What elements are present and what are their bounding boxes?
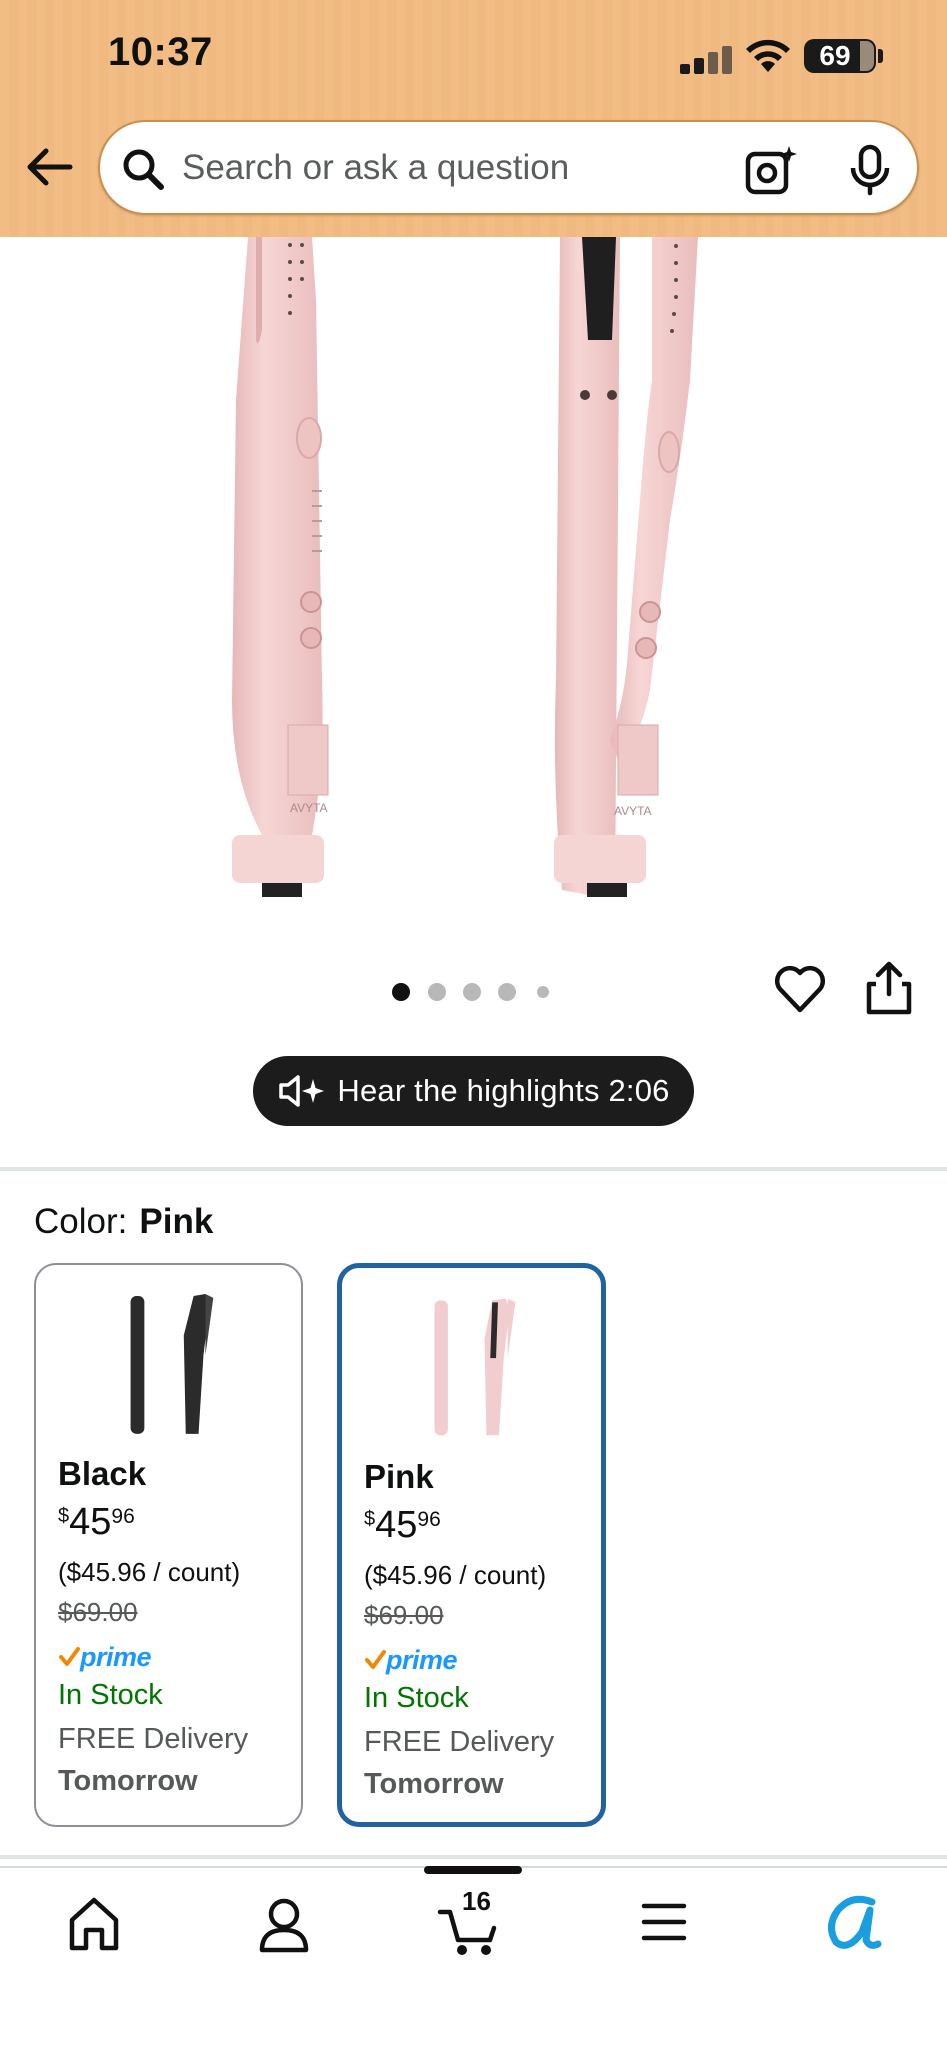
delivery-day: Tomorrow bbox=[364, 1768, 504, 1800]
pink-variant-thumbnail bbox=[434, 1298, 516, 1436]
prime-badge: prime bbox=[58, 1641, 152, 1673]
search-input[interactable] bbox=[182, 140, 702, 196]
image-carousel-dots[interactable] bbox=[392, 983, 562, 1003]
color-option-pink[interactable]: Pink $4596 ($45.96 / count) $69.00 prime… bbox=[337, 1263, 606, 1827]
back-arrow-icon[interactable] bbox=[22, 140, 76, 194]
hear-highlights-button[interactable]: Hear the highlights 2:06 bbox=[253, 1056, 694, 1126]
cart-count: 16 bbox=[462, 1886, 491, 1916]
menu-icon[interactable] bbox=[624, 1888, 704, 1958]
carousel-dot[interactable] bbox=[463, 983, 481, 1001]
search-bar[interactable] bbox=[98, 120, 919, 215]
app-header: 10:37 69 bbox=[0, 0, 947, 237]
svg-text:AVYTA: AVYTA bbox=[290, 801, 328, 815]
search-icon bbox=[123, 149, 164, 190]
wifi-icon bbox=[746, 39, 790, 72]
unit-price: ($45.96 / count) bbox=[364, 1560, 547, 1590]
svg-text:AVYTA: AVYTA bbox=[614, 804, 652, 818]
color-label: Color: bbox=[34, 1202, 128, 1241]
variant-name: Pink bbox=[364, 1458, 434, 1495]
battery-level: 69 bbox=[819, 40, 851, 71]
delivery-info: FREE Delivery bbox=[58, 1723, 249, 1755]
account-icon[interactable] bbox=[244, 1888, 324, 1958]
battery-nub bbox=[878, 49, 883, 63]
hear-highlights-label: Hear the highlights 2:06 bbox=[337, 1073, 670, 1108]
product-image[interactable]: AVYTA AVYTA bbox=[0, 237, 947, 897]
section-divider bbox=[0, 1167, 947, 1171]
share-icon[interactable] bbox=[864, 960, 914, 1016]
carousel-dot[interactable] bbox=[392, 983, 410, 1001]
signal-icon bbox=[680, 46, 734, 74]
battery-icon: 69 bbox=[804, 39, 876, 73]
color-selector-label: Color: Pink bbox=[34, 1202, 213, 1242]
prime-badge: prime bbox=[364, 1644, 458, 1676]
microphone-icon[interactable] bbox=[848, 144, 892, 196]
stock-status: In Stock bbox=[58, 1679, 163, 1711]
delivery-info: FREE Delivery bbox=[364, 1726, 555, 1758]
home-icon[interactable] bbox=[54, 1888, 134, 1958]
list-price: $69.00 bbox=[364, 1600, 444, 1630]
color-option-black[interactable]: Black $4596 ($45.96 / count) $69.00 prim… bbox=[34, 1263, 303, 1827]
audio-sparkle-icon bbox=[279, 1075, 325, 1107]
unit-price: ($45.96 / count) bbox=[58, 1557, 241, 1587]
active-tab-indicator bbox=[424, 1866, 522, 1874]
list-price: $69.00 bbox=[58, 1597, 138, 1627]
selected-color: Pink bbox=[139, 1202, 214, 1241]
variant-price: $4596 bbox=[364, 1504, 441, 1546]
delivery-day: Tomorrow bbox=[58, 1765, 198, 1797]
carousel-dot[interactable] bbox=[537, 986, 549, 998]
variant-name: Black bbox=[58, 1455, 147, 1492]
prime-check-icon bbox=[59, 1647, 80, 1666]
camera-search-icon[interactable] bbox=[745, 144, 797, 196]
carousel-dot[interactable] bbox=[428, 983, 446, 1001]
status-time: 10:37 bbox=[108, 30, 213, 74]
variant-price: $4596 bbox=[58, 1501, 135, 1543]
prime-check-icon bbox=[365, 1650, 386, 1669]
stock-status: In Stock bbox=[364, 1682, 469, 1714]
section-divider bbox=[0, 1855, 947, 1859]
black-variant-thumbnail bbox=[130, 1293, 214, 1434]
carousel-dot[interactable] bbox=[498, 983, 516, 1001]
rufus-icon[interactable] bbox=[812, 1888, 892, 1958]
heart-icon[interactable] bbox=[774, 964, 826, 1016]
